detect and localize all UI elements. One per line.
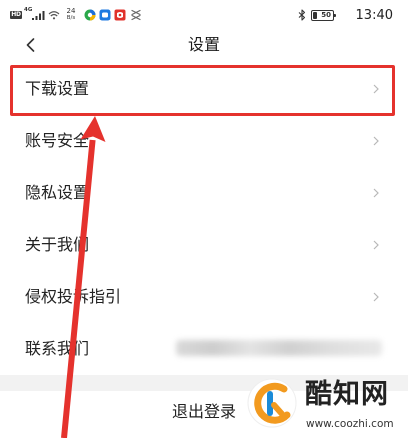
network-speed: 24 B/s	[63, 7, 79, 22]
settings-item-label: 账号安全	[25, 131, 90, 150]
network-speed-value: 24	[66, 7, 76, 15]
chevron-right-icon	[373, 188, 379, 198]
battery-level: 50	[321, 11, 331, 19]
redacted-contact-info	[176, 340, 382, 356]
settings-item-label: 联系我们	[25, 339, 90, 358]
settings-item-label: 关于我们	[25, 235, 90, 254]
blue-chat-app-icon	[99, 9, 111, 21]
network-speed-unit: B/s	[66, 15, 76, 21]
gray-symbol-app-icon	[131, 9, 141, 21]
settings-item-privacy[interactable]: 隐私设置	[0, 167, 408, 219]
red-app-icon	[114, 9, 126, 21]
battery-nub	[334, 14, 336, 17]
chevron-right-icon	[373, 240, 379, 250]
status-time: 13:40	[355, 8, 393, 23]
chevron-right-icon	[373, 292, 379, 302]
wifi-icon	[48, 11, 60, 20]
settings-item-label: 侵权投诉指引	[25, 287, 122, 306]
chevron-right-icon	[373, 136, 379, 146]
signal-icon	[32, 11, 45, 20]
settings-item-infringement-complaint[interactable]: 侵权投诉指引	[0, 271, 408, 323]
watermark-name: 酷知网	[305, 379, 389, 410]
settings-item-about-us[interactable]: 关于我们	[0, 219, 408, 271]
status-bar: HD 4G 24 B/s 50 13:40	[0, 0, 408, 30]
highlight-box	[10, 65, 395, 116]
settings-item-label: 隐私设置	[25, 183, 90, 202]
battery-icon: 50	[311, 10, 336, 21]
settings-item-account-security[interactable]: 账号安全	[0, 115, 408, 167]
hd-badge: HD	[10, 11, 22, 19]
watermark-url: www.coozhi.com	[306, 418, 394, 430]
coozhi-logo-icon	[247, 378, 297, 428]
bluetooth-icon	[298, 9, 306, 21]
colorful-circle-app-icon	[84, 9, 96, 21]
page-title: 设置	[187, 35, 220, 54]
